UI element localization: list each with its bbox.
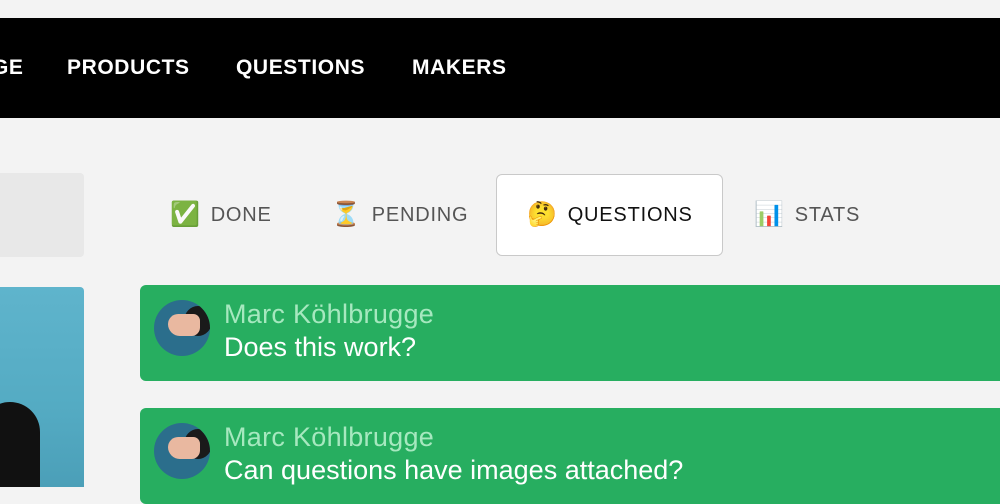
tab-questions-label: QUESTIONS [567, 203, 693, 226]
question-text: Does this work? [224, 332, 417, 362]
bar-chart-icon: 📊 [754, 201, 785, 228]
question-author[interactable]: Marc Köhlbrugge [224, 422, 434, 453]
sidebar-profile-image [0, 287, 84, 487]
profile-figure [0, 402, 40, 487]
hourglass-icon: ⏳ [331, 201, 362, 228]
question-author[interactable]: Marc Köhlbrugge [224, 299, 434, 330]
check-mark-icon: ✅ [170, 201, 201, 228]
avatar[interactable] [154, 423, 210, 479]
tab-stats-label: STATS [794, 203, 861, 226]
sidebar-box [0, 173, 84, 257]
tab-stats[interactable]: 📊 STATS [754, 174, 874, 256]
tab-pending[interactable]: ⏳ PENDING [331, 174, 481, 256]
nav-item-homepage[interactable]: GE [0, 18, 24, 118]
top-nav: GE PRODUCTS QUESTIONS MAKERS [0, 18, 1000, 118]
tab-done[interactable]: ✅ DONE [170, 174, 290, 256]
avatar[interactable] [154, 300, 210, 356]
tab-pending-label: PENDING [371, 203, 469, 226]
tab-questions[interactable]: 🤔 QUESTIONS [496, 174, 723, 256]
question-card[interactable]: Marc Köhlbrugge Can questions have image… [140, 408, 1000, 504]
thinking-face-icon: 🤔 [527, 201, 558, 228]
nav-item-questions[interactable]: QUESTIONS [236, 18, 365, 118]
nav-item-makers[interactable]: MAKERS [412, 18, 507, 118]
tab-done-label: DONE [210, 203, 272, 226]
question-text: Can questions have images attached? [224, 455, 684, 485]
nav-item-products[interactable]: PRODUCTS [67, 18, 190, 118]
question-card[interactable]: Marc Köhlbrugge Does this work? [140, 285, 1000, 381]
